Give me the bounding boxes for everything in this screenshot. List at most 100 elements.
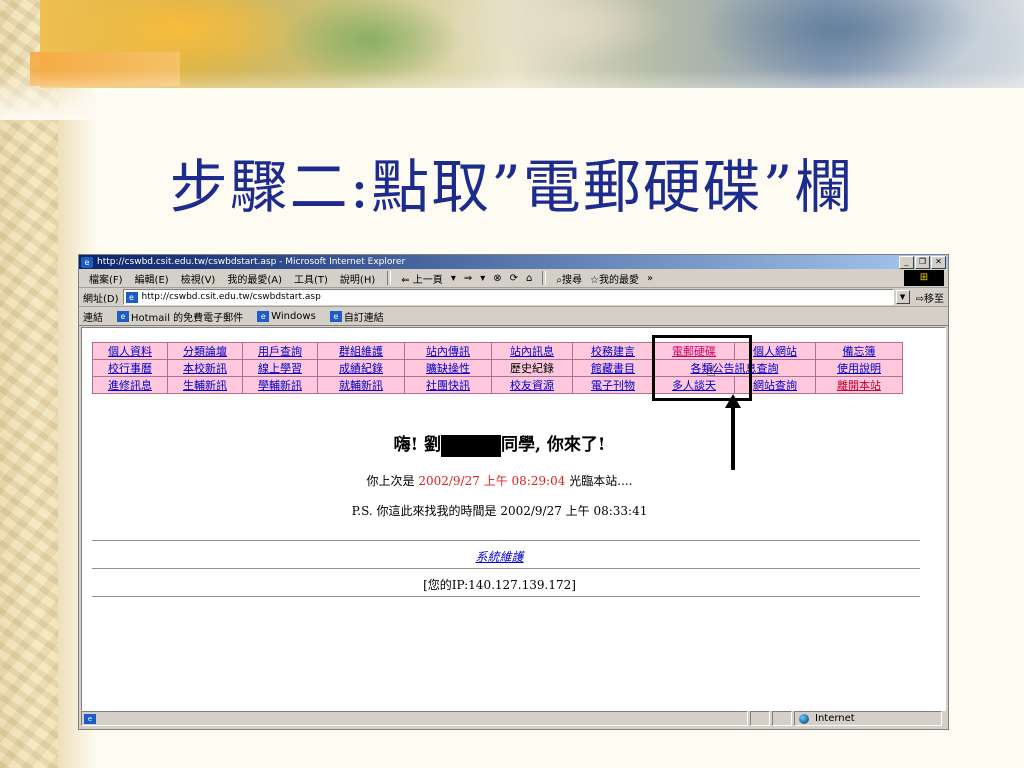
forward-button[interactable]: ⇒	[464, 273, 472, 284]
nav-cell[interactable]: 校務建言	[572, 342, 654, 360]
toolbar-more-button[interactable]: »	[647, 273, 653, 284]
menu-favorites[interactable]: 我的最愛(A)	[227, 271, 282, 286]
favorites-button[interactable]: ☆我的最愛	[590, 271, 639, 286]
link-icon: e	[257, 310, 270, 322]
nav-link-life-news[interactable]: 生輔新訊	[183, 379, 227, 392]
link-icon: e	[117, 310, 129, 322]
stop-icon[interactable]: ⊗	[493, 273, 501, 284]
nav-cell[interactable]: 曠缺操性	[404, 359, 492, 377]
nav-cell[interactable]: 學輔新訊	[242, 376, 318, 394]
sys-maint-row: 系統維護	[82, 548, 917, 565]
nav-cell[interactable]: 用戶查詢	[242, 342, 318, 360]
nav-cell[interactable]: 備忘簿	[815, 342, 903, 360]
nav-link-club-news[interactable]: 社團快訊	[426, 379, 470, 392]
security-zone: Internet	[794, 711, 942, 726]
last-visit-time: 2002/9/27 上午 08:29:04	[418, 474, 566, 488]
address-bar: 網址(D) e http://cswbd.csit.edu.tw/cswbdst…	[79, 288, 948, 307]
nav-cell[interactable]: 社團快訊	[404, 376, 492, 394]
page-status-icon: e	[84, 713, 96, 724]
nav-cell[interactable]: 就輔新訊	[317, 376, 405, 394]
forward-dropdown-icon[interactable]: ▾	[480, 273, 485, 284]
nav-cell[interactable]: 校行事曆	[92, 359, 168, 377]
nav-link-alumni[interactable]: 校友資源	[510, 379, 554, 392]
sys-maint-link[interactable]: 系統維護	[475, 550, 523, 564]
nav-cell: 歷史紀錄	[491, 359, 573, 377]
nav-link-send-msg[interactable]: 站內傳訊	[426, 345, 470, 358]
nav-cell[interactable]: 離開本站	[815, 376, 903, 394]
minimize-button[interactable]: _	[899, 255, 914, 269]
nav-cell[interactable]: 使用說明	[815, 359, 903, 377]
page-icon: e	[125, 291, 138, 303]
nav-link-suggestion[interactable]: 校務建言	[591, 345, 635, 358]
nav-link-elearning[interactable]: 線上學習	[258, 362, 302, 375]
nav-link-forum[interactable]: 分類論壇	[183, 345, 227, 358]
menu-edit[interactable]: 編輯(E)	[135, 271, 169, 286]
nav-cell[interactable]: 群組維護	[317, 342, 405, 360]
address-input[interactable]: e http://cswbd.csit.edu.tw/cswbdstart.as…	[122, 289, 894, 305]
links-label: 連結	[83, 312, 103, 324]
current-visit-line: P.S. 你這此來找我的時間是 2002/9/27 上午 08:33:41	[351, 504, 648, 518]
restore-button[interactable]: ❐	[915, 255, 930, 269]
redacted-name	[441, 434, 502, 457]
ie-icon: e	[81, 256, 93, 268]
browser-window: e http://cswbd.csit.edu.tw/cswbdstart.as…	[78, 254, 949, 730]
nav-cell[interactable]: 成績紀錄	[317, 359, 405, 377]
nav-link-help[interactable]: 使用說明	[837, 362, 881, 375]
link-custom[interactable]: e 自訂連結	[329, 309, 384, 324]
nav-link-calendar[interactable]: 校行事曆	[108, 362, 152, 375]
page-content: 個人資料 分類論壇 用戶查詢 群組維護 站內傳訊 站內訊息 校務建言 電郵硬碟 …	[81, 327, 946, 711]
nav-link-school-news[interactable]: 本校新訊	[183, 362, 227, 375]
refresh-icon[interactable]: ⟳	[510, 273, 518, 284]
menu-view[interactable]: 檢視(V)	[181, 271, 216, 286]
nav-table: 個人資料 分類論壇 用戶查詢 群組維護 站內傳訊 站內訊息 校務建言 電郵硬碟 …	[92, 342, 903, 394]
close-button[interactable]: ✕	[931, 255, 946, 269]
nav-cell[interactable]: 線上學習	[242, 359, 318, 377]
search-button[interactable]: ⌕搜尋	[556, 271, 582, 286]
menu-tools[interactable]: 工具(T)	[294, 271, 328, 286]
nav-cell[interactable]: 本校新訊	[167, 359, 243, 377]
hand-cursor-icon: ☝	[706, 361, 716, 380]
nav-link-memo[interactable]: 備忘簿	[843, 345, 876, 358]
nav-link-career-news[interactable]: 就輔新訊	[339, 379, 383, 392]
nav-text-history: 歷史紀錄	[510, 362, 554, 375]
nav-link-further-study[interactable]: 進修訊息	[108, 379, 152, 392]
nav-cell[interactable]: 個人資料	[92, 342, 168, 360]
window-title: http://cswbd.csit.edu.tw/cswbdstart.asp …	[97, 257, 406, 267]
nav-row: 個人資料 分類論壇 用戶查詢 群組維護 站內傳訊 站內訊息 校務建言 電郵硬碟 …	[92, 342, 903, 360]
nav-cell[interactable]: 校友資源	[491, 376, 573, 394]
nav-link-library[interactable]: 館藏書目	[591, 362, 635, 375]
divider	[92, 568, 920, 570]
back-button[interactable]: ⇐ 上一頁	[401, 271, 443, 286]
nav-link-user-search[interactable]: 用戶查詢	[258, 345, 302, 358]
highlight-box	[652, 335, 752, 401]
link-hotmail[interactable]: e Hotmail 的免費電子郵件	[117, 309, 243, 324]
nav-link-group[interactable]: 群組維護	[339, 345, 383, 358]
nav-link-e-journal[interactable]: 電子刊物	[591, 379, 635, 392]
nav-cell[interactable]: 進修訊息	[92, 376, 168, 394]
go-button[interactable]: ⇨移至	[916, 290, 944, 305]
nav-link-grades[interactable]: 成績紀錄	[339, 362, 383, 375]
address-label: 網址(D)	[83, 293, 119, 305]
menu-file[interactable]: 檔案(F)	[89, 271, 123, 286]
home-icon[interactable]: ⌂	[526, 273, 532, 284]
nav-link-profile[interactable]: 個人資料	[108, 345, 152, 358]
nav-link-attendance[interactable]: 曠缺操性	[426, 362, 470, 375]
back-dropdown-icon[interactable]: ▾	[451, 273, 456, 284]
link-windows[interactable]: e Windows	[257, 310, 316, 322]
address-dropdown-icon[interactable]: ▼	[895, 290, 910, 304]
menu-bar: 檔案(F) 編輯(E) 檢視(V) 我的最愛(A) 工具(T) 說明(H) ⇐ …	[79, 269, 948, 288]
nav-link-site-search[interactable]: 網站查詢	[753, 379, 797, 392]
nav-link-counsel-news[interactable]: 學輔新訊	[258, 379, 302, 392]
nav-row: 進修訊息 生輔新訊 學輔新訊 就輔新訊 社團快訊 校友資源 電子刊物 多人談天 …	[92, 376, 903, 394]
nav-cell[interactable]: 電子刊物	[572, 376, 654, 394]
nav-cell[interactable]: 分類論壇	[167, 342, 243, 360]
nav-link-personal-site[interactable]: 個人網站	[753, 345, 797, 358]
nav-link-inbox-msg[interactable]: 站內訊息	[510, 345, 554, 358]
nav-cell[interactable]: 館藏書目	[572, 359, 654, 377]
menu-help[interactable]: 說明(H)	[340, 271, 375, 286]
nav-link-logout[interactable]: 離開本站	[837, 379, 881, 392]
nav-cell[interactable]: 站內傳訊	[404, 342, 492, 360]
nav-cell[interactable]: 生輔新訊	[167, 376, 243, 394]
nav-cell[interactable]: 站內訊息	[491, 342, 573, 360]
address-value: http://cswbd.csit.edu.tw/cswbdstart.asp	[141, 292, 321, 302]
